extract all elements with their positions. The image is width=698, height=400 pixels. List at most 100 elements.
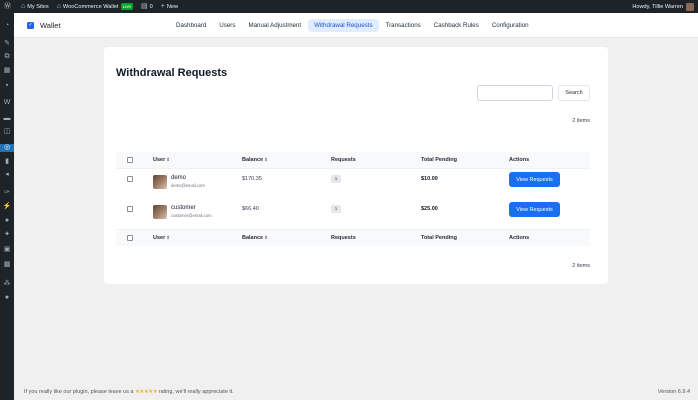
user-name[interactable]: demo	[171, 175, 186, 181]
plugins-icon[interactable]: ⚡	[0, 203, 14, 211]
wallet-logo-icon: ✓	[27, 21, 34, 29]
search-button[interactable]: Search	[558, 85, 590, 101]
tab-transactions[interactable]: Transactions	[380, 19, 427, 32]
table-row: customer customer@email.com $66.40 1 $25…	[116, 199, 590, 229]
sort-icon: ⇕	[166, 157, 171, 162]
settings-icon[interactable]: ▣	[0, 246, 14, 254]
tools-icon[interactable]: ✦	[0, 231, 14, 239]
select-all-checkbox[interactable]	[127, 157, 133, 163]
rating-stars-link[interactable]: ★★★★★	[135, 389, 158, 395]
admin-bar: Ⓦ ⌂ My Sites ⌂ WooCommerce Wallet Live ▤ 0 +…	[0, 0, 698, 13]
brand: ✓ Wallet	[27, 21, 61, 30]
column-balance[interactable]: Balance⇕	[242, 157, 268, 163]
woocommerce-icon[interactable]: W	[0, 99, 14, 107]
pages-icon[interactable]: ▦	[0, 67, 14, 75]
tab-manual-adjustment[interactable]: Manual Adjustment	[242, 19, 307, 32]
user-name[interactable]: customer	[171, 205, 196, 211]
home-icon: ⌂	[56, 3, 61, 10]
withdrawal-table: User⇕ Balance⇕ Requests Total Pending Ac…	[116, 152, 590, 246]
site-name-label: WooCommerce Wallet	[62, 3, 119, 10]
row-checkbox[interactable]	[127, 176, 133, 182]
sort-icon: ⇕	[264, 157, 268, 162]
user-avatar	[686, 2, 694, 11]
pin-icon[interactable]: ✎	[0, 40, 14, 48]
tab-cashback-rules[interactable]: Cashback Rules	[428, 19, 485, 32]
marketing-icon[interactable]: ◂	[0, 171, 14, 179]
column-user[interactable]: User⇕	[153, 157, 170, 163]
requests-badge: 1	[331, 205, 341, 213]
brand-title: Wallet	[40, 20, 61, 30]
view-requests-button[interactable]: View Requests	[509, 172, 560, 187]
footer-text-before: If you really like our plugin, please le…	[24, 389, 134, 395]
comment-icon: ▤	[141, 3, 148, 10]
row-checkbox[interactable]	[127, 206, 133, 212]
users-icon[interactable]: ●	[0, 217, 14, 225]
column-total-pending: Total Pending	[421, 157, 457, 163]
appearance-icon[interactable]: ✑	[0, 189, 14, 197]
user-email: demo@email.com	[171, 183, 205, 188]
footer-column-requests: Requests	[331, 235, 356, 241]
view-requests-button[interactable]: View Requests	[509, 202, 560, 217]
dashboard-icon[interactable]: ◔	[0, 22, 14, 30]
footer-column-actions: Actions	[509, 235, 530, 241]
site-name-link[interactable]: ⌂ WooCommerce Wallet Live	[53, 0, 137, 13]
column-balance-label: Balance	[242, 157, 264, 163]
tab-dashboard[interactable]: Dashboard	[170, 19, 212, 32]
collapse-icon[interactable]: ●	[0, 294, 14, 302]
sort-icon: ⇕	[166, 235, 171, 240]
avatar	[153, 205, 167, 219]
my-sites-label: My Sites	[27, 3, 49, 10]
plugin-nav: Dashboard Users Manual Adjustment Withdr…	[170, 13, 536, 37]
greeting: Howdy, Tillie Warren	[632, 3, 683, 10]
wordpress-logo[interactable]: Ⓦ	[0, 0, 17, 13]
balance-value: $170.35	[242, 176, 262, 182]
version-text: Version 6.9.4	[657, 389, 690, 395]
items-count-bottom: 2 items	[572, 263, 590, 269]
items-count-top: 2 items	[572, 118, 590, 124]
tab-configuration[interactable]: Configuration	[486, 19, 535, 32]
comments-link[interactable]: ▤ 0	[137, 0, 157, 13]
withdrawal-requests-card: Withdrawal Requests Search 2 items User⇕…	[104, 47, 608, 284]
footer-column-user[interactable]: User⇕	[153, 235, 170, 241]
column-actions: Actions	[509, 157, 530, 163]
user-email: customer@email.com	[171, 213, 212, 218]
plus-icon: +	[160, 3, 165, 10]
table-footer: User⇕ Balance⇕ Requests Total Pending Ac…	[116, 229, 590, 246]
share-icon[interactable]: ⁂	[0, 280, 14, 288]
footer-column-balance[interactable]: Balance⇕	[242, 235, 268, 241]
account-menu[interactable]: Howdy, Tillie Warren	[632, 2, 698, 11]
footer-column-total-pending: Total Pending	[421, 235, 457, 241]
tab-users[interactable]: Users	[213, 19, 241, 32]
comments-icon[interactable]: ▪	[0, 82, 14, 90]
live-badge: Live	[120, 3, 133, 10]
requests-badge: 1	[331, 175, 341, 183]
column-requests: Requests	[331, 157, 356, 163]
sort-icon: ⇕	[264, 235, 268, 240]
analytics-icon[interactable]: ▮	[0, 158, 14, 166]
page-title: Withdrawal Requests	[116, 67, 228, 79]
comments-count: 0	[149, 3, 153, 10]
select-all-checkbox-footer[interactable]	[127, 235, 133, 241]
footer-rating-text: If you really like our plugin, please le…	[24, 389, 234, 395]
admin-side-menu: ◔ ✎ ⧉ ▦ ▪ W ▬ ◫ ◎ ▮ ◂ ✑ ⚡ ● ✦ ▣ ▩ ⁂ ●	[0, 13, 14, 400]
footer-column-user-label: User	[153, 235, 166, 241]
wordpress-icon: Ⓦ	[4, 3, 11, 10]
new-content-link[interactable]: + New	[157, 0, 182, 13]
products-icon[interactable]: ▬	[0, 115, 14, 123]
table-header: User⇕ Balance⇕ Requests Total Pending Ac…	[116, 152, 590, 169]
footer-column-balance-label: Balance	[242, 235, 264, 241]
wallet-menu-icon[interactable]: ◎	[0, 144, 14, 152]
avatar	[153, 175, 167, 189]
payments-icon[interactable]: ◫	[0, 128, 14, 136]
options-icon[interactable]: ▩	[0, 261, 14, 269]
balance-value: $66.40	[242, 206, 259, 212]
my-sites-link[interactable]: ⌂ My Sites	[17, 0, 53, 13]
table-row: demo demo@email.com $170.35 1 $10.00 Vie…	[116, 169, 590, 199]
total-pending-value: $25.00	[421, 206, 438, 212]
tab-withdrawal-requests[interactable]: Withdrawal Requests	[308, 18, 379, 32]
column-user-label: User	[153, 157, 166, 163]
sites-icon: ⌂	[21, 3, 26, 10]
search-input[interactable]	[477, 85, 553, 101]
footer-text-after: rating, we'll really appreciate it.	[158, 389, 234, 395]
media-icon[interactable]: ⧉	[0, 53, 14, 61]
